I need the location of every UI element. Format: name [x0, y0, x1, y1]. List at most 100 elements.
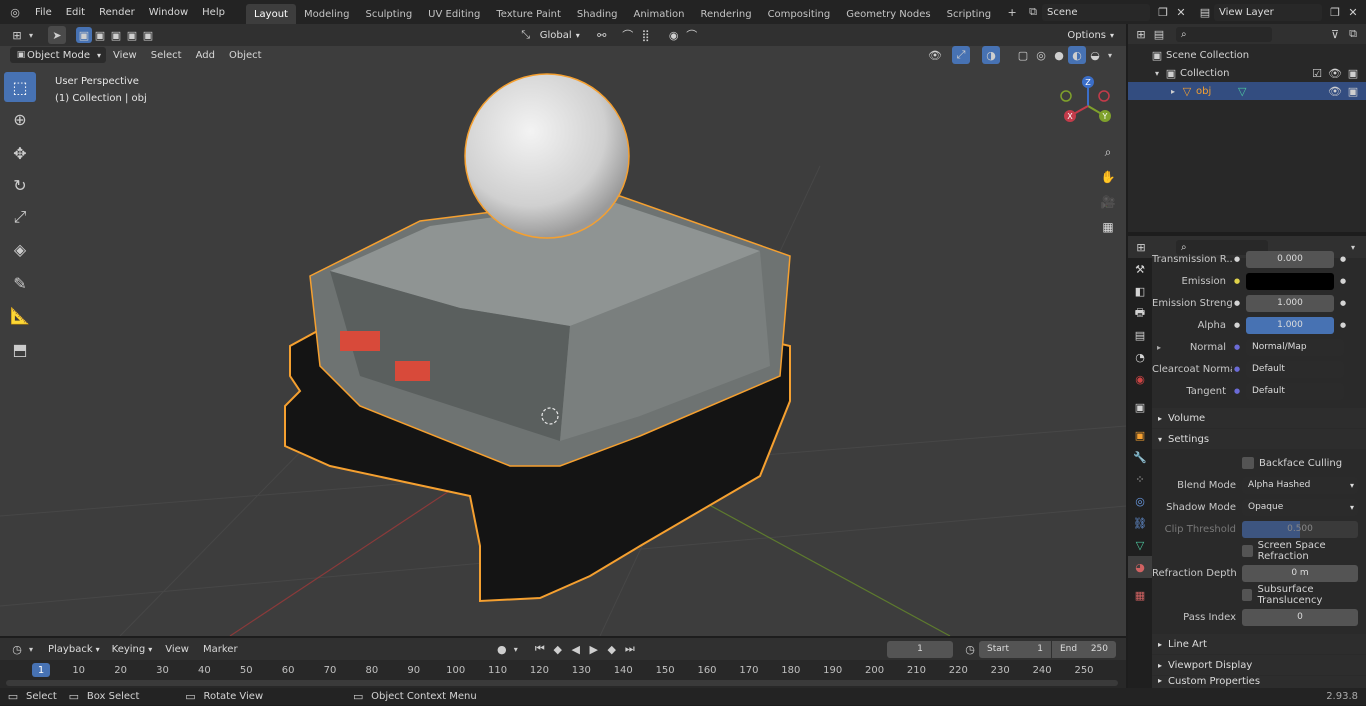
- eye-icon[interactable]: 👁: [1326, 64, 1344, 82]
- outliner-search-input[interactable]: ⌕: [1176, 26, 1272, 42]
- current-frame-field[interactable]: 1: [887, 640, 953, 658]
- pass-index-field[interactable]: 0: [1242, 608, 1358, 626]
- play-icon[interactable]: ▶: [585, 640, 603, 658]
- select-intersect-icon[interactable]: ▣: [140, 27, 156, 43]
- zoom-icon[interactable]: ⌕: [1098, 142, 1118, 162]
- view-layer-field[interactable]: View Layer: [1214, 3, 1322, 21]
- expand-icon[interactable]: ▸: [1168, 82, 1178, 100]
- scene-field[interactable]: Scene: [1042, 3, 1150, 21]
- menu-render[interactable]: Render: [92, 0, 142, 24]
- chevron-down-icon[interactable]: ▾: [1104, 46, 1116, 64]
- tangent-field[interactable]: Default: [1246, 382, 1344, 400]
- play-reverse-icon[interactable]: ◀: [567, 640, 585, 658]
- output-tab-icon[interactable]: 🖶: [1128, 302, 1152, 324]
- tab-sculpting[interactable]: Sculpting: [357, 4, 420, 24]
- chevron-down-icon[interactable]: ▾: [511, 640, 521, 658]
- select-box-tool-icon[interactable]: ⬚: [4, 72, 36, 102]
- timeline-menu-marker[interactable]: Marker: [196, 640, 245, 658]
- world-tab-icon[interactable]: ◉: [1128, 368, 1152, 390]
- visibility-filter-icon[interactable]: 👁: [926, 46, 944, 64]
- gizmo-toggle-icon[interactable]: ⤢: [952, 46, 970, 64]
- menu-help[interactable]: Help: [195, 0, 232, 24]
- outliner-row-obj[interactable]: ▸ ▽ obj ▽ 👁 ▣: [1128, 82, 1366, 100]
- viewport-display-section-header[interactable]: ▸ Viewport Display: [1152, 655, 1366, 675]
- eye-icon[interactable]: 👁: [1326, 82, 1344, 100]
- tab-modeling[interactable]: Modeling: [296, 4, 358, 24]
- texture-tab-icon[interactable]: ▦: [1128, 584, 1152, 606]
- normal-link-field[interactable]: Normal/Map: [1246, 338, 1344, 356]
- blender-logo-icon[interactable]: ◎: [6, 3, 24, 21]
- timeline-area[interactable]: 1 10 20 30 40 50 60 70 80 90 100 110 120 130 140 150 160…: [0, 660, 1126, 688]
- outliner-row-collection[interactable]: ▾ ▣ Collection ☑ 👁 ▣: [1128, 64, 1366, 82]
- object-tab-icon[interactable]: ▣: [1128, 424, 1152, 446]
- record-icon[interactable]: ●: [493, 640, 511, 658]
- annotate-tool-icon[interactable]: ✎: [4, 268, 36, 298]
- scene-tab-icon[interactable]: ◔: [1128, 346, 1152, 368]
- custom-properties-section-header[interactable]: ▸ Custom Properties: [1152, 676, 1366, 688]
- editor-type-icon[interactable]: ⊞: [1132, 238, 1150, 256]
- tab-geometry-nodes[interactable]: Geometry Nodes: [838, 4, 938, 24]
- shadow-mode-dropdown[interactable]: Opaque ▾: [1242, 498, 1358, 516]
- display-mode-icon[interactable]: ▤: [1150, 25, 1168, 43]
- particles-tab-icon[interactable]: ⁘: [1128, 468, 1152, 490]
- add-cube-tool-icon[interactable]: ⬒: [4, 334, 36, 364]
- modifier-tab-icon[interactable]: 🔧: [1128, 446, 1152, 468]
- keyframe-dot-icon[interactable]: ●: [1338, 276, 1348, 286]
- editor-type-icon[interactable]: ⊞: [8, 26, 26, 44]
- select-new-icon[interactable]: ▣: [76, 27, 92, 43]
- subsurface-translucency-row[interactable]: Subsurface Translucency: [1152, 584, 1366, 606]
- select-subtract-icon[interactable]: ▣: [108, 27, 124, 43]
- filter-icon[interactable]: ⊽: [1326, 25, 1344, 43]
- proportional-falloff-icon[interactable]: ⌒: [683, 26, 701, 44]
- emission-strength-field[interactable]: 1.000: [1246, 294, 1334, 312]
- transform-tool-icon[interactable]: ◈: [4, 234, 36, 264]
- overlay-toggle-icon[interactable]: ◑: [982, 46, 1000, 64]
- scene-icon[interactable]: ⧉: [1024, 3, 1042, 21]
- line-art-section-header[interactable]: ▸ Line Art: [1152, 634, 1366, 654]
- viewport-menu-add[interactable]: Add: [189, 46, 222, 64]
- grid-perspective-icon[interactable]: ▦: [1098, 217, 1118, 237]
- view-layer-icon[interactable]: ▤: [1196, 3, 1214, 21]
- camera-icon[interactable]: 🎥: [1098, 192, 1118, 212]
- end-frame-field[interactable]: End 250: [1052, 640, 1116, 658]
- 3d-viewport[interactable]: User Perspective (1) Collection | obj: [0, 46, 1126, 636]
- data-tab-icon[interactable]: ▽: [1128, 534, 1152, 556]
- constraints-tab-icon[interactable]: ⛓: [1128, 512, 1152, 534]
- select-extend-icon[interactable]: ▣: [92, 27, 108, 43]
- expand-icon[interactable]: ▾: [1152, 64, 1162, 82]
- scale-tool-icon[interactable]: ⤢: [4, 202, 36, 232]
- physics-tab-icon[interactable]: ◎: [1128, 490, 1152, 512]
- menu-file[interactable]: File: [28, 0, 59, 24]
- viewport-menu-select[interactable]: Select: [144, 46, 189, 64]
- menu-window[interactable]: Window: [142, 0, 195, 24]
- options-dropdown[interactable]: Options ▾: [1061, 26, 1121, 44]
- viewport-menu-object[interactable]: Object: [222, 46, 269, 64]
- proportional-edit-icon[interactable]: ◉: [665, 26, 683, 44]
- tab-texture-paint[interactable]: Texture Paint: [488, 4, 569, 24]
- mode-dropdown[interactable]: ▣ Object Mode ▾: [10, 47, 106, 63]
- blend-mode-dropdown[interactable]: Alpha Hashed ▾: [1242, 476, 1358, 494]
- measure-tool-icon[interactable]: 📐: [4, 300, 36, 330]
- jump-end-icon[interactable]: ⏭: [621, 640, 639, 658]
- snap-icon[interactable]: ⌒: [619, 26, 637, 44]
- preview-range-icon[interactable]: ◷: [961, 640, 979, 658]
- copy-view-layer-icon[interactable]: ❐: [1326, 3, 1344, 21]
- playback-menu[interactable]: Playback ▾: [42, 640, 106, 658]
- subsurface-translucency-checkbox[interactable]: [1242, 589, 1253, 601]
- chevron-down-icon[interactable]: ▾: [26, 640, 36, 658]
- render-tab-icon[interactable]: ◧: [1128, 280, 1152, 302]
- rotate-tool-icon[interactable]: ↻: [4, 170, 36, 200]
- collection-tab-icon[interactable]: ▣: [1128, 396, 1152, 418]
- tab-layout[interactable]: Layout: [245, 4, 296, 24]
- navigation-gizmo[interactable]: Z Y X: [1058, 76, 1118, 136]
- keyframe-dot-icon[interactable]: ●: [1338, 298, 1348, 308]
- editor-type-icon[interactable]: ◷: [8, 640, 26, 658]
- transform-orientation-icon[interactable]: ⤡: [517, 26, 535, 44]
- timeline-scrollbar[interactable]: [6, 680, 1118, 686]
- prev-keyframe-icon[interactable]: ◆: [549, 640, 567, 658]
- add-workspace-icon[interactable]: +: [1003, 3, 1021, 21]
- remove-view-layer-icon[interactable]: ✕: [1344, 3, 1362, 21]
- expand-icon[interactable]: ▸: [1152, 343, 1166, 352]
- cursor-tool-icon[interactable]: ⊕: [4, 104, 36, 134]
- view-layer-tab-icon[interactable]: ▤: [1128, 324, 1152, 346]
